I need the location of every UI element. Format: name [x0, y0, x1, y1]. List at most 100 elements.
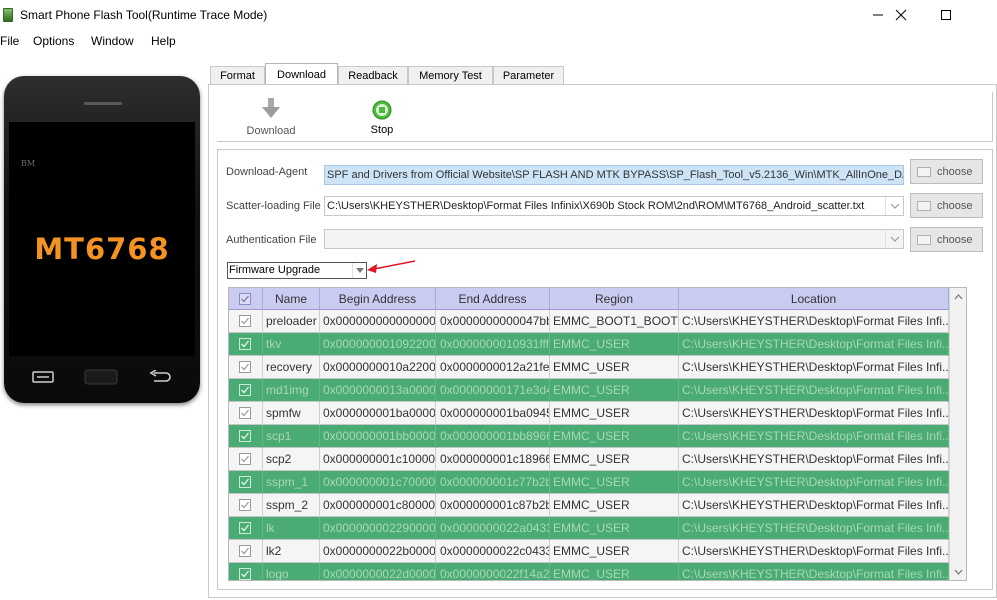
cell-region: EMMC_USER	[550, 540, 679, 563]
title-bar: Smart Phone Flash Tool(Runtime Trace Mod…	[0, 0, 997, 30]
cell-begin-address: 0x0000000010a22000	[320, 356, 436, 379]
cell-checkbox	[229, 333, 263, 356]
header-end-address[interactable]: End Address	[436, 288, 550, 310]
choose-label: choose	[937, 200, 973, 212]
table-row[interactable]: md1img 0x0000000013a00000 0x00000000171e3d…	[229, 379, 949, 402]
menu-key-icon	[32, 371, 54, 383]
row-checkbox[interactable]	[239, 545, 251, 557]
table-row[interactable]: lk 0x0000000022900000 0x0000000022a0433f EM…	[229, 517, 949, 540]
header-name[interactable]: Name	[263, 288, 320, 310]
tab-format[interactable]: Format	[210, 66, 265, 85]
tab-parameter[interactable]: Parameter	[493, 66, 564, 85]
row-checkbox[interactable]	[239, 430, 251, 442]
cell-location: C:\Users\KHEYSTHER\Desktop\Format Files …	[679, 540, 949, 563]
row-checkbox[interactable]	[239, 315, 251, 327]
download-agent-choose-button[interactable]: choose	[910, 159, 983, 184]
table-row[interactable]: recovery 0x0000000010a22000 0x0000000012a2…	[229, 356, 949, 379]
table-row[interactable]: preloader 0x0000000000000000 0x00000000000…	[229, 310, 949, 333]
table-row[interactable]: scp2 0x000000001c100000 0x000000001c18966f…	[229, 448, 949, 471]
table-scrollbar[interactable]	[949, 288, 966, 580]
cell-name: preloader	[263, 310, 320, 333]
cell-location: C:\Users\KHEYSTHER\Desktop\Format Files …	[679, 563, 949, 580]
header-location[interactable]: Location	[679, 288, 949, 310]
cell-region: EMMC_USER	[550, 402, 679, 425]
scroll-down-icon[interactable]	[954, 569, 963, 575]
close-button[interactable]	[878, 0, 924, 30]
header-region[interactable]: Region	[550, 288, 679, 310]
table-row[interactable]: scp1 0x000000001bb00000 0x000000001bb8966f…	[229, 425, 949, 448]
cell-end-address: 0x000000001bb8966f	[436, 425, 550, 448]
checkmark-icon	[241, 295, 250, 303]
row-checkbox[interactable]	[239, 338, 251, 350]
cell-name: md1img	[263, 379, 320, 402]
cell-end-address: 0x0000000012a21fef	[436, 356, 550, 379]
menu-bar: File Options Window Help	[0, 30, 997, 52]
cell-location: C:\Users\KHEYSTHER\Desktop\Format Files …	[679, 356, 949, 379]
cell-begin-address: 0x000000001c700000	[320, 471, 436, 494]
scatter-file-field[interactable]: C:\Users\KHEYSTHER\Desktop\Format Files …	[324, 196, 904, 216]
auth-file-field[interactable]	[324, 229, 904, 249]
row-checkbox[interactable]	[239, 361, 251, 373]
download-mode-select[interactable]: Firmware Upgrade	[227, 262, 367, 279]
back-key-icon	[149, 370, 171, 382]
select-all-column[interactable]	[229, 288, 263, 310]
stop-button[interactable]: Stop	[352, 92, 412, 138]
row-checkbox[interactable]	[239, 384, 251, 396]
row-checkbox[interactable]	[239, 407, 251, 419]
menu-help[interactable]: Help	[151, 34, 176, 48]
maximize-button[interactable]	[923, 0, 969, 30]
cell-end-address: 0x0000000000047bbf	[436, 310, 550, 333]
tab-memory-test[interactable]: Memory Test	[408, 66, 493, 85]
download-button[interactable]: Download	[241, 92, 301, 138]
cell-location: C:\Users\KHEYSTHER\Desktop\Format Files …	[679, 310, 949, 333]
scatter-dropdown-button[interactable]	[885, 197, 903, 215]
folder-icon	[917, 201, 931, 211]
row-checkbox[interactable]	[239, 499, 251, 511]
auth-dropdown-button[interactable]	[885, 230, 903, 248]
phone-brand: BM	[21, 159, 36, 168]
cell-begin-address: 0x0000000022b00000	[320, 540, 436, 563]
header-begin-address[interactable]: Begin Address	[320, 288, 436, 310]
table-row[interactable]: sspm_2 0x000000001c800000 0x000000001c87b2…	[229, 494, 949, 517]
cell-begin-address: 0x0000000022d00000	[320, 563, 436, 580]
scroll-up-icon[interactable]	[954, 294, 963, 300]
cell-region: EMMC_BOOT1_BOOT2	[550, 310, 679, 333]
tab-download[interactable]: Download	[265, 63, 338, 85]
auth-choose-button[interactable]: choose	[910, 227, 983, 252]
cell-region: EMMC_USER	[550, 471, 679, 494]
scatter-file-label: Scatter-loading File	[226, 200, 321, 212]
cell-end-address: 0x0000000010931fff	[436, 333, 550, 356]
table-row[interactable]: lk2 0x0000000022b00000 0x0000000022c0433f E…	[229, 540, 949, 563]
menu-window[interactable]: Window	[91, 34, 134, 48]
row-checkbox[interactable]	[239, 453, 251, 465]
select-all-checkbox[interactable]	[239, 293, 251, 305]
download-agent-field[interactable]: SPF and Drivers from Official Website\SP…	[324, 165, 904, 185]
menu-file[interactable]: File	[0, 34, 19, 48]
annotation-arrow-icon	[367, 260, 416, 273]
phone-screen: BM MT6768	[9, 122, 195, 356]
cell-name: logo	[263, 563, 320, 580]
table-row[interactable]: logo 0x0000000022d00000 0x0000000022f14a2f…	[229, 563, 949, 580]
row-checkbox[interactable]	[239, 476, 251, 488]
download-mode-value: Firmware Upgrade	[229, 264, 321, 276]
chevron-down-icon	[890, 236, 899, 242]
chip-label: MT6768	[34, 232, 170, 266]
cell-region: EMMC_USER	[550, 448, 679, 471]
checkmark-icon	[241, 432, 250, 440]
stop-icon	[372, 100, 392, 120]
cell-checkbox	[229, 356, 263, 379]
scatter-choose-button[interactable]: choose	[910, 193, 983, 218]
menu-options[interactable]: Options	[33, 34, 74, 48]
cell-name: lk	[263, 517, 320, 540]
cell-location: C:\Users\KHEYSTHER\Desktop\Format Files …	[679, 448, 949, 471]
cell-checkbox	[229, 563, 263, 580]
table-row[interactable]: sspm_1 0x000000001c700000 0x000000001c77b2…	[229, 471, 949, 494]
cell-begin-address: 0x0000000000000000	[320, 310, 436, 333]
row-checkbox[interactable]	[239, 522, 251, 534]
row-checkbox[interactable]	[239, 568, 251, 580]
table-row[interactable]: spmfw 0x000000001ba00000 0x000000001ba0945…	[229, 402, 949, 425]
tab-readback[interactable]: Readback	[338, 66, 408, 85]
cell-begin-address: 0x000000001ba00000	[320, 402, 436, 425]
download-agent-value: SPF and Drivers from Official Website\SP…	[327, 169, 904, 181]
table-row[interactable]: tkv 0x0000000010922000 0x0000000010931fff E…	[229, 333, 949, 356]
